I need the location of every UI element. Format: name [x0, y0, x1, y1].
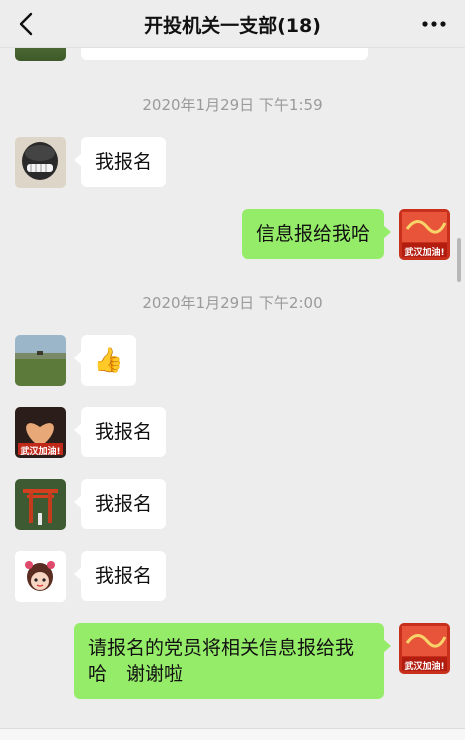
wuhan-badge-text: 武汉加油!	[20, 447, 61, 457]
timestamp: 2020年1月29日 下午1:59	[142, 96, 323, 114]
chat-title: 开投机关一支部(18)	[144, 15, 321, 37]
avatar-helmet[interactable]	[15, 137, 66, 188]
message-bubble[interactable]: 我报名	[73, 551, 167, 601]
message-bubble-self[interactable]: 信息报给我哈	[241, 209, 392, 259]
wuhan-badge-text: 武汉加油!	[404, 248, 445, 258]
avatar-torii[interactable]	[15, 479, 66, 530]
message-list[interactable]: 2020年1月29日 下午1:59 我报名 信息报给我哈 武汉加油! 2020年…	[0, 48, 465, 740]
message-bubble-self[interactable]: 请报名的党员将相关信息报给我哈 谢谢啦	[74, 623, 391, 699]
partial-avatar[interactable]	[15, 48, 66, 61]
partial-bubble[interactable]	[81, 48, 368, 60]
more-dots-icon[interactable]	[421, 14, 447, 34]
message-bubble[interactable]: 我报名	[73, 479, 167, 529]
avatar-cartoon[interactable]	[15, 551, 66, 602]
avatar-heart[interactable]: 武汉加油!	[15, 407, 66, 458]
wuhan-badge-text: 武汉加油!	[404, 662, 445, 672]
cartoon-girl-avatar	[15, 551, 66, 602]
torii-gate-avatar	[15, 479, 66, 530]
landscape-avatar	[15, 335, 66, 386]
message-bubble[interactable]: 我报名	[73, 137, 167, 187]
timestamp: 2020年1月29日 下午2:00	[142, 294, 323, 312]
thumbs-up-icon: 👍	[93, 346, 124, 374]
message-bubble[interactable]: 我报名	[73, 407, 167, 457]
emoji-bubble[interactable]: 👍	[74, 335, 136, 386]
avatar-self[interactable]: 武汉加油!	[399, 623, 450, 674]
avatar-landscape[interactable]	[15, 335, 66, 386]
input-bar-edge	[0, 728, 465, 740]
avatar-self[interactable]: 武汉加油!	[399, 209, 450, 260]
helmet-face-avatar	[15, 137, 66, 188]
chat-header: 开投机关一支部(18)	[0, 0, 465, 48]
scrollbar[interactable]	[457, 238, 461, 282]
